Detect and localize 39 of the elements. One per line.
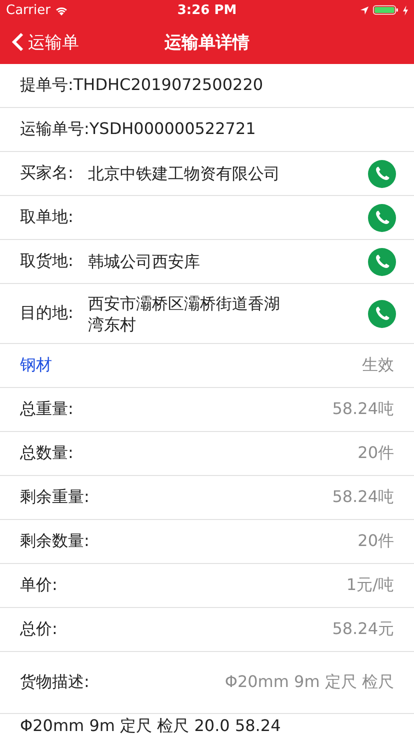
field-label: 货物描述:	[20, 672, 90, 693]
field-value: 58.24吨	[332, 399, 394, 420]
info-text: 提单号:THDHC2019072500220	[20, 75, 264, 96]
back-button[interactable]: 运输单	[0, 30, 79, 54]
page-title: 运输单详情	[164, 32, 250, 54]
clock-time: 3:26 PM	[177, 2, 237, 18]
field-label: 取单地:	[20, 207, 74, 228]
field-label: 剩余数量:	[20, 531, 90, 552]
location-arrow-icon	[360, 6, 369, 14]
field-value: 北京中铁建工物资有限公司	[88, 163, 281, 184]
field-value: 20件	[358, 531, 394, 552]
field-label: 总重量:	[20, 399, 74, 420]
status-text: 生效	[362, 355, 394, 376]
phone-call-icon[interactable]	[368, 248, 396, 276]
field-label: 单价:	[20, 575, 58, 596]
field-label: 总数量:	[20, 443, 74, 464]
phone-call-icon[interactable]	[368, 300, 396, 328]
wifi-icon	[54, 4, 70, 16]
field-value: 1元/吨	[346, 575, 394, 596]
field-value: 20件	[358, 443, 394, 464]
battery-icon	[373, 5, 399, 15]
back-chevron-icon	[12, 32, 24, 52]
info-text: 运输单号:YSDH000000522721	[20, 119, 256, 140]
field-label: 目的地:	[20, 303, 74, 324]
phone-call-icon[interactable]	[368, 160, 396, 188]
category-label: 钢材	[20, 355, 53, 376]
field-value: 58.24吨	[332, 487, 394, 508]
field-label: 取货地:	[20, 251, 74, 272]
field-label: 总价:	[20, 619, 58, 640]
field-value: 西安市灞桥区灞桥街道香湖湾东村	[88, 292, 281, 334]
charging-bolt-icon	[403, 4, 408, 16]
field-value: 58.24元	[332, 619, 394, 640]
field-value: 韩城公司西安库	[88, 251, 201, 272]
field-value: Φ20mm 9m 定尺 检尺	[224, 672, 394, 693]
phone-call-icon[interactable]	[368, 204, 396, 232]
field-label: 买家名:	[20, 163, 74, 184]
goods-description: Φ20mm 9m 定尺 检尺 20.0 58.24	[20, 716, 281, 736]
field-label: 剩余重量:	[20, 487, 90, 508]
carrier-name: Carrier	[6, 2, 50, 18]
